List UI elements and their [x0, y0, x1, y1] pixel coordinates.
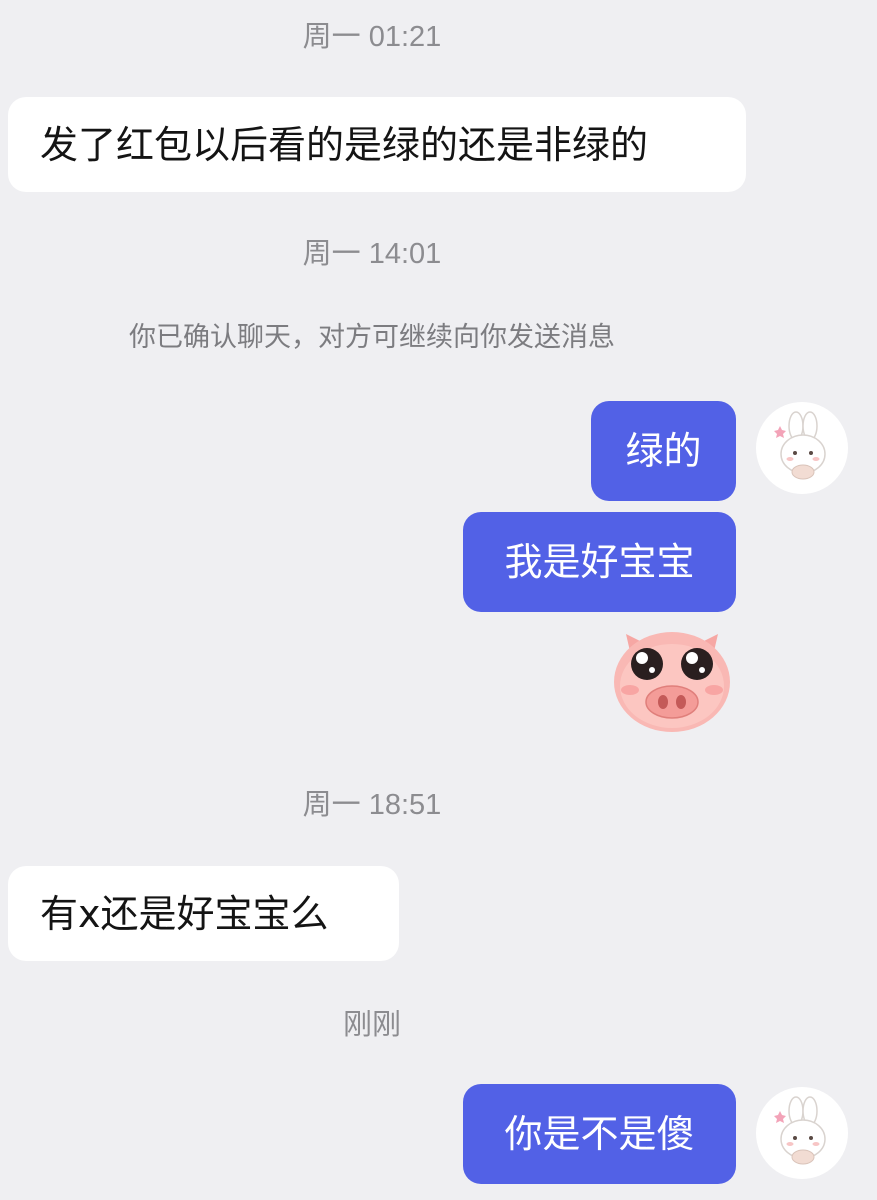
outgoing-message-bubble[interactable]: 我是好宝宝 [463, 512, 736, 612]
outgoing-message-bubble[interactable]: 绿的 [591, 401, 736, 501]
message-text: 发了红包以后看的是绿的还是非绿的 [40, 122, 649, 167]
bunny-avatar-icon[interactable] [756, 1087, 848, 1179]
timestamp: 周一 18:51 [302, 789, 442, 821]
incoming-message-bubble[interactable]: 发了红包以后看的是绿的还是非绿的 [8, 97, 746, 192]
outgoing-message-bubble[interactable]: 你是不是傻 [463, 1084, 736, 1184]
system-notice: 你已确认聊天，对方可继续向你发送消息 [129, 322, 615, 353]
message-text: 有x还是好宝宝么 [40, 891, 329, 936]
message-text: 你是不是傻 [504, 1112, 695, 1156]
timestamp: 刚刚 [342, 1009, 401, 1041]
incoming-message-bubble[interactable]: 有x还是好宝宝么 [8, 866, 399, 961]
pig-face-sticker[interactable] [612, 624, 732, 734]
pig-face-icon [614, 632, 730, 732]
bunny-avatar-icon[interactable] [756, 402, 848, 494]
message-text: 绿的 [625, 429, 702, 473]
timestamp: 周一 14:01 [302, 238, 442, 270]
timestamp: 周一 01:21 [302, 21, 442, 53]
message-text: 我是好宝宝 [504, 540, 695, 584]
